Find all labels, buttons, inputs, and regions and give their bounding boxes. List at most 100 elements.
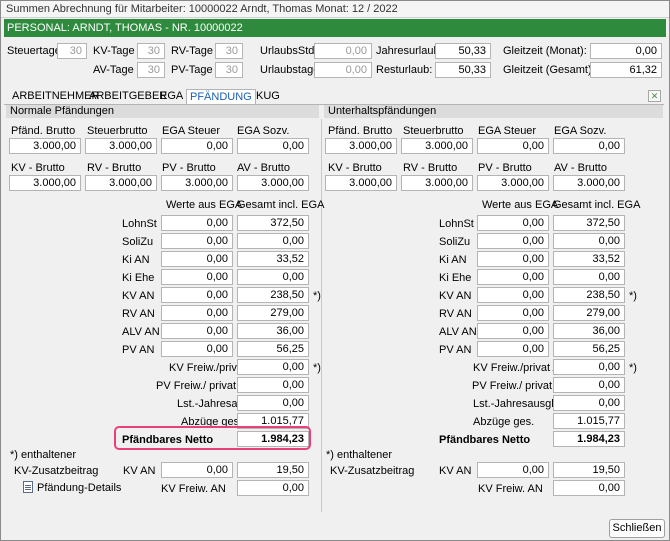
left-row-gesamt-field[interactable]: 372,50 [237,215,309,231]
tab-kug[interactable]: KUG [253,89,283,105]
right-kv-an-gesamt-field[interactable]: 19,50 [553,462,625,478]
right-ega-steuer-label: EGA Steuer [478,125,537,137]
kv-tage-field[interactable]: 30 [137,43,165,59]
left-row-gesamt-field[interactable]: 238,50 [237,287,309,303]
pfaendung-details-link[interactable]: Pfändung-Details [37,482,121,494]
right-werte-aus-ega-heading: Werte aus EGA [482,199,559,211]
left-kv-freiw-an-field[interactable]: 0,00 [237,480,309,496]
left-row-label: RV AN [122,308,155,320]
rv-tage-field[interactable]: 30 [215,43,243,59]
resturlaub-label: Resturlaub: [376,64,433,76]
right-row-gesamt-field[interactable]: 56,25 [553,341,625,357]
pv-tage-field[interactable]: 30 [215,62,243,78]
right-row-gesamt-field[interactable]: 33,52 [553,251,625,267]
right-netto-field[interactable]: 1.984,23 [553,431,625,447]
left-pfaend-brutto-label: Pfänd. Brutto [11,125,76,137]
right-ega-sozv-label: EGA Sozv. [554,125,607,137]
left-row-label: LohnSt [122,218,157,230]
left-steuerbrutto-label: Steuerbrutto [87,125,148,137]
right-pv-freiw-field[interactable]: 0,00 [553,377,625,393]
right-ega-steuer-field[interactable]: 0,00 [477,138,549,154]
right-lst-field[interactable]: 0,00 [553,395,625,411]
left-pv-freiw-field[interactable]: 0,00 [237,377,309,393]
normale-pfaendungen-heading: Normale Pfändungen [6,105,319,118]
left-lst-field[interactable]: 0,00 [237,395,309,411]
left-werte-aus-ega-heading: Werte aus EGA [166,199,243,211]
right-pv-brutto-label: PV - Brutto [478,162,532,174]
right-ega-sozv-field[interactable]: 0,00 [553,138,625,154]
right-row-ega-field[interactable]: 0,00 [477,269,549,285]
left-row-gesamt-field[interactable]: 0,00 [237,269,309,285]
window-title: Summen Abrechnung für Mitarbeiter: 10000… [6,3,398,15]
right-row-gesamt-field[interactable]: 279,00 [553,305,625,321]
left-gesamt-incl-ega-heading: Gesamt incl. EGA [237,199,325,211]
document-icon[interactable] [23,481,33,493]
av-tage-field[interactable]: 30 [137,62,165,78]
right-row-label: SoliZu [439,236,471,248]
resturlaub-field[interactable]: 50,33 [435,62,491,78]
left-row-ega-field[interactable]: 0,00 [161,287,233,303]
right-gesamt-incl-ega-heading: Gesamt incl. EGA [553,199,641,211]
gleitzeit-monat-label: Gleitzeit (Monat): [503,45,587,57]
gleitzeit-gesamt-field[interactable]: 61,32 [590,62,662,78]
right-row-ega-field[interactable]: 0,00 [477,287,549,303]
gleitzeit-monat-field[interactable]: 0,00 [590,43,662,59]
urlaubstage-field[interactable]: 0,00 [314,62,372,78]
right-row-ega-field[interactable]: 0,00 [477,251,549,267]
left-row-ega-field[interactable]: 0,00 [161,233,233,249]
right-row-ega-field[interactable]: 0,00 [477,215,549,231]
close-tab-icon[interactable]: ✕ [648,90,661,102]
left-row-gesamt-field[interactable]: 0,00 [237,233,309,249]
left-row-gesamt-field[interactable]: 279,00 [237,305,309,321]
right-row-ega-field[interactable]: 0,00 [477,305,549,321]
left-ega-sozv-label: EGA Sozv. [237,125,290,137]
left-row-ega-field[interactable]: 0,00 [161,215,233,231]
right-pv-brutto-field[interactable]: 3.000,00 [477,175,549,191]
left-kv-an-gesamt-field[interactable]: 19,50 [237,462,309,478]
schliessen-button[interactable]: Schließen [609,519,665,538]
right-row-gesamt-field[interactable]: 0,00 [553,269,625,285]
jahresurlaub-field[interactable]: 50,33 [435,43,491,59]
left-kv-brutto-field[interactable]: 3.000,00 [9,175,81,191]
left-row-ega-field[interactable]: 0,00 [161,341,233,357]
left-ega-sozv-field[interactable]: 0,00 [237,138,309,154]
left-row-ega-field[interactable]: 0,00 [161,305,233,321]
right-rv-brutto-field[interactable]: 3.000,00 [401,175,473,191]
left-pv-brutto-field[interactable]: 3.000,00 [161,175,233,191]
left-kv-freiw-an-label: KV Freiw. AN [161,483,226,495]
right-kv-an-label: KV AN [439,465,472,477]
right-row-ega-field[interactable]: 0,00 [477,323,549,339]
left-row-ega-field[interactable]: 0,00 [161,269,233,285]
left-kv-freiw-field[interactable]: 0,00 [237,359,309,375]
right-kv-brutto-field[interactable]: 3.000,00 [325,175,397,191]
urlaubsstd-field[interactable]: 0,00 [314,43,372,59]
left-ega-steuer-label: EGA Steuer [162,125,221,137]
left-row-ega-field[interactable]: 0,00 [161,323,233,339]
left-kv-an-ega-field[interactable]: 0,00 [161,462,233,478]
left-ega-steuer-field[interactable]: 0,00 [161,138,233,154]
right-row-gesamt-field[interactable]: 36,00 [553,323,625,339]
left-row-gesamt-field[interactable]: 33,52 [237,251,309,267]
title-bar: Summen Abrechnung für Mitarbeiter: 10000… [1,1,669,18]
left-av-brutto-field[interactable]: 3.000,00 [237,175,309,191]
right-kv-freiw-field[interactable]: 0,00 [553,359,625,375]
right-pfaend-brutto-field[interactable]: 3.000,00 [325,138,397,154]
right-kv-freiw-an-field[interactable]: 0,00 [553,480,625,496]
right-row-gesamt-field[interactable]: 238,50 [553,287,625,303]
left-pfaend-brutto-field[interactable]: 3.000,00 [9,138,81,154]
left-steuerbrutto-field[interactable]: 3.000,00 [85,138,157,154]
left-rv-brutto-field[interactable]: 3.000,00 [85,175,157,191]
tab-ega[interactable]: EGA [157,89,186,105]
right-row-ega-field[interactable]: 0,00 [477,233,549,249]
right-row-gesamt-field[interactable]: 0,00 [553,233,625,249]
left-row-gesamt-field[interactable]: 36,00 [237,323,309,339]
right-abzuege-field[interactable]: 1.015,77 [553,413,625,429]
right-row-ega-field[interactable]: 0,00 [477,341,549,357]
right-kv-an-ega-field[interactable]: 0,00 [477,462,549,478]
right-row-gesamt-field[interactable]: 372,50 [553,215,625,231]
left-row-gesamt-field[interactable]: 56,25 [237,341,309,357]
steuertage-field[interactable]: 30 [57,43,87,59]
right-av-brutto-field[interactable]: 3.000,00 [553,175,625,191]
right-steuerbrutto-field[interactable]: 3.000,00 [401,138,473,154]
left-row-ega-field[interactable]: 0,00 [161,251,233,267]
